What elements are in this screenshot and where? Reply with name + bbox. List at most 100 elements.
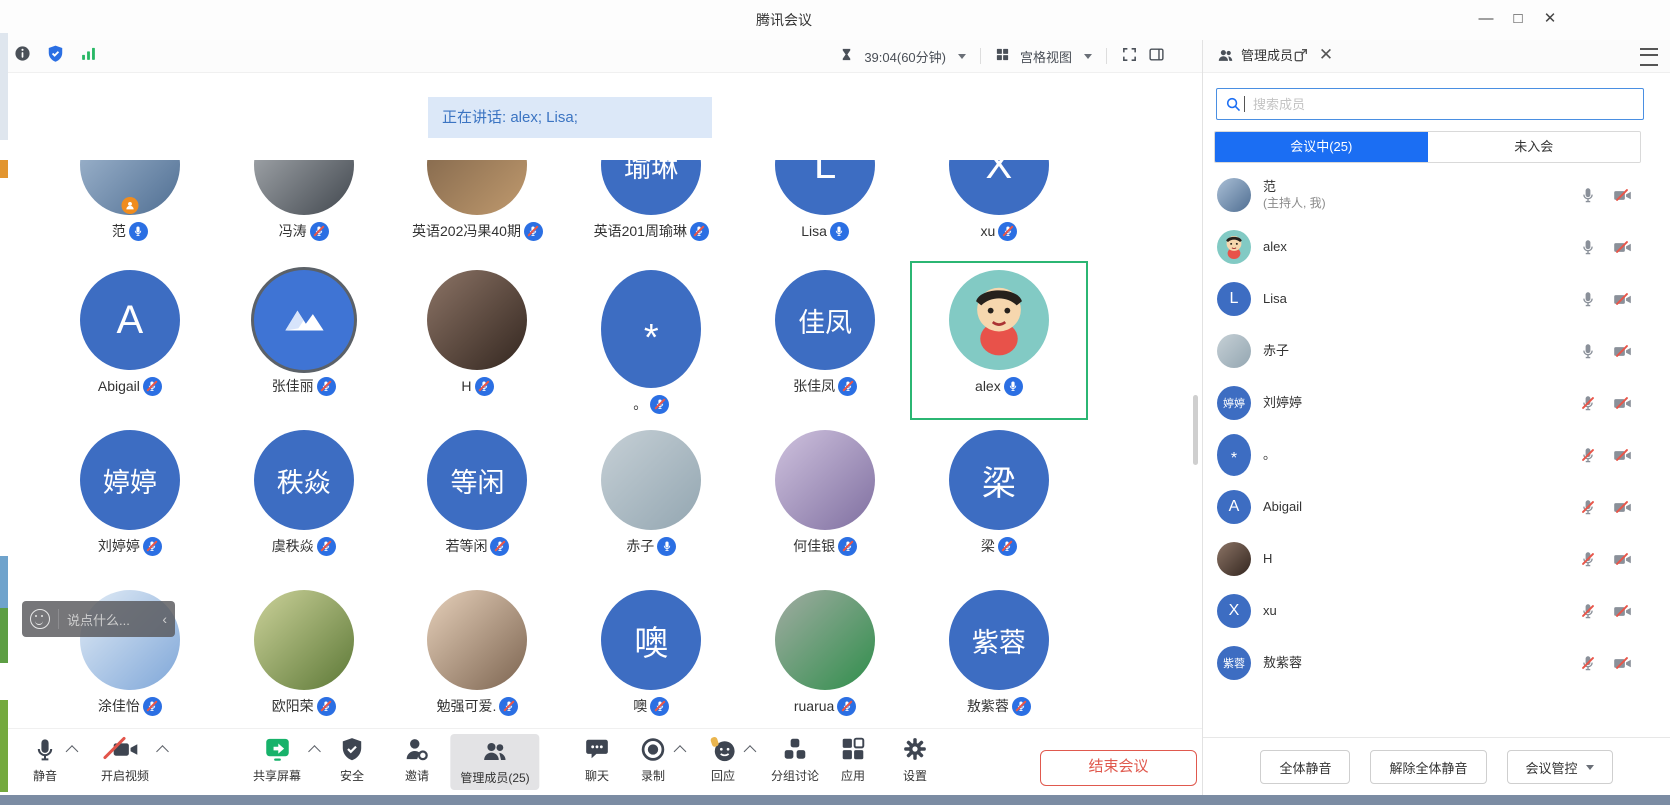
view-mode-label[interactable]: 宫格视图 [1020, 47, 1072, 66]
meeting-info-icon[interactable] [14, 45, 31, 67]
toolbar-button-reaction[interactable]: 回应 [710, 734, 737, 784]
member-row[interactable]: A Abigail [1203, 481, 1670, 533]
close-button[interactable]: ✕ [1534, 0, 1566, 40]
expand-caret-icon[interactable] [156, 745, 169, 758]
toolbar-button-breakout[interactable]: 分组讨论 [771, 734, 819, 784]
participant-tile[interactable]: 秩焱 虞秩焱 [217, 430, 391, 556]
fullscreen-icon[interactable] [1121, 46, 1138, 66]
chat-quick-bar[interactable]: 说点什么... ‹ [22, 601, 175, 637]
participant-tile[interactable]: alex [912, 270, 1086, 414]
toolbar-button-share-screen[interactable]: 共享屏幕 [253, 734, 301, 784]
panel-toggle-icon[interactable] [1148, 46, 1165, 66]
member-mic-icon[interactable] [1578, 289, 1598, 309]
member-camera-icon[interactable] [1612, 393, 1632, 413]
participant-tile[interactable]: 婷婷 刘婷婷 [43, 430, 217, 556]
participant-tile[interactable]: 梁 梁 [912, 430, 1086, 556]
chat-collapse-icon[interactable]: ‹ [162, 611, 167, 627]
participant-tile[interactable]: 赤子 [564, 430, 738, 556]
member-camera-icon[interactable] [1612, 549, 1632, 569]
participant-tile[interactable]: X xu [912, 160, 1086, 241]
popout-icon[interactable] [1293, 47, 1309, 68]
member-search-box[interactable] [1216, 88, 1644, 120]
participant-tile[interactable]: ruarua [738, 590, 912, 716]
member-mic-icon[interactable] [1578, 393, 1598, 413]
member-camera-icon[interactable] [1612, 341, 1632, 361]
member-mic-icon[interactable] [1578, 445, 1598, 465]
maximize-button[interactable]: □ [1502, 0, 1534, 40]
member-camera-icon[interactable] [1612, 289, 1632, 309]
toolbar-button-shield[interactable]: 安全 [339, 734, 365, 784]
toolbar-button-mic[interactable]: 静音 [32, 734, 59, 784]
member-mic-icon[interactable] [1578, 601, 1598, 621]
search-input[interactable] [1251, 96, 1643, 113]
minimize-button[interactable]: — [1470, 0, 1502, 40]
chat-input-placeholder[interactable]: 说点什么... [67, 610, 162, 629]
member-mic-icon[interactable] [1578, 549, 1598, 569]
toolbar-button-chat[interactable]: 聊天 [584, 734, 610, 784]
member-camera-icon[interactable] [1612, 653, 1632, 673]
view-dropdown-icon[interactable] [1084, 54, 1092, 59]
participant-tile[interactable]: * 。 [564, 270, 738, 414]
participant-tile[interactable]: 瑜琳 英语201周瑜琳 [564, 160, 738, 241]
tab-not-joined[interactable]: 未入会 [1428, 132, 1641, 162]
toolbar-button-camera-off[interactable]: 开启视频 [101, 734, 149, 784]
mute-all-button[interactable]: 全体静音 [1260, 750, 1350, 784]
emoji-icon[interactable] [30, 609, 50, 629]
toolbar-button-invite[interactable]: 邀请 [404, 734, 431, 784]
member-mic-icon[interactable] [1578, 497, 1598, 517]
participant-tile[interactable]: 冯涛 [217, 160, 391, 241]
participant-tile[interactable]: 欧阳荣 [217, 590, 391, 716]
participant-tile[interactable]: 佳凤 张佳凤 [738, 270, 912, 414]
member-row[interactable]: 范 (主持人, 我) [1203, 169, 1670, 221]
member-mic-icon[interactable] [1578, 237, 1598, 257]
meeting-timer[interactable]: 39:04(60分钟) [864, 47, 946, 66]
desktop-taskbar-strip [0, 795, 1670, 805]
participant-tile[interactable]: L Lisa [738, 160, 912, 241]
toolbar-button-settings[interactable]: 设置 [902, 734, 928, 784]
member-row[interactable]: 赤子 [1203, 325, 1670, 377]
participant-tile[interactable]: 勉强可爱. [391, 590, 565, 716]
member-camera-icon[interactable] [1612, 185, 1632, 205]
unmute-all-button[interactable]: 解除全体静音 [1370, 750, 1486, 784]
member-row[interactable]: H [1203, 533, 1670, 585]
member-row[interactable]: X xu [1203, 585, 1670, 637]
toolbar-button-record[interactable]: 录制 [640, 734, 667, 784]
expand-caret-icon[interactable] [66, 745, 79, 758]
end-meeting-button[interactable]: 结束会议 [1040, 750, 1197, 786]
member-row[interactable]: 婷婷 刘婷婷 [1203, 377, 1670, 429]
participant-tile[interactable]: 范 [43, 160, 217, 241]
member-mic-icon[interactable] [1578, 185, 1598, 205]
participant-tile[interactable]: 何佳银 [738, 430, 912, 556]
member-row[interactable]: L Lisa [1203, 273, 1670, 325]
toolbar-label: 共享屏幕 [253, 767, 301, 784]
member-row[interactable]: 紫蓉 敖紫蓉 [1203, 637, 1670, 689]
menu-icon[interactable] [1640, 48, 1658, 66]
member-camera-icon[interactable] [1612, 497, 1632, 517]
member-camera-icon[interactable] [1612, 445, 1632, 465]
expand-caret-icon[interactable] [308, 745, 321, 758]
expand-caret-icon[interactable] [674, 745, 687, 758]
participant-tile[interactable]: 英语202冯果40期 [391, 160, 565, 241]
participant-tile[interactable]: 噢 噢 [564, 590, 738, 716]
tab-in-meeting[interactable]: 会议中(25) [1215, 132, 1428, 162]
participant-tile[interactable]: 等闲 若等闲 [391, 430, 565, 556]
expand-caret-icon[interactable] [744, 745, 757, 758]
panel-close-icon[interactable]: ✕ [1316, 40, 1336, 70]
toolbar-button-apps[interactable]: 应用 [840, 734, 866, 784]
member-row[interactable]: * 。 [1203, 429, 1670, 481]
member-camera-icon[interactable] [1612, 601, 1632, 621]
network-signal-icon[interactable] [80, 45, 97, 67]
member-mic-icon[interactable] [1578, 653, 1598, 673]
scrollbar-thumb[interactable] [1193, 395, 1198, 465]
member-mic-icon[interactable] [1578, 341, 1598, 361]
member-camera-icon[interactable] [1612, 237, 1632, 257]
participant-tile[interactable]: A Abigail [43, 270, 217, 414]
meeting-security-shield-icon[interactable] [46, 44, 65, 68]
meeting-control-button[interactable]: 会议管控 [1507, 750, 1613, 784]
participant-tile[interactable]: H [391, 270, 565, 414]
timer-dropdown-icon[interactable] [958, 54, 966, 59]
participant-tile[interactable]: 紫蓉 敖紫蓉 [912, 590, 1086, 716]
member-row[interactable]: alex [1203, 221, 1670, 273]
participant-tile[interactable]: 张佳丽 [217, 270, 391, 414]
toolbar-button-members[interactable]: 管理成员(25) [450, 734, 539, 790]
